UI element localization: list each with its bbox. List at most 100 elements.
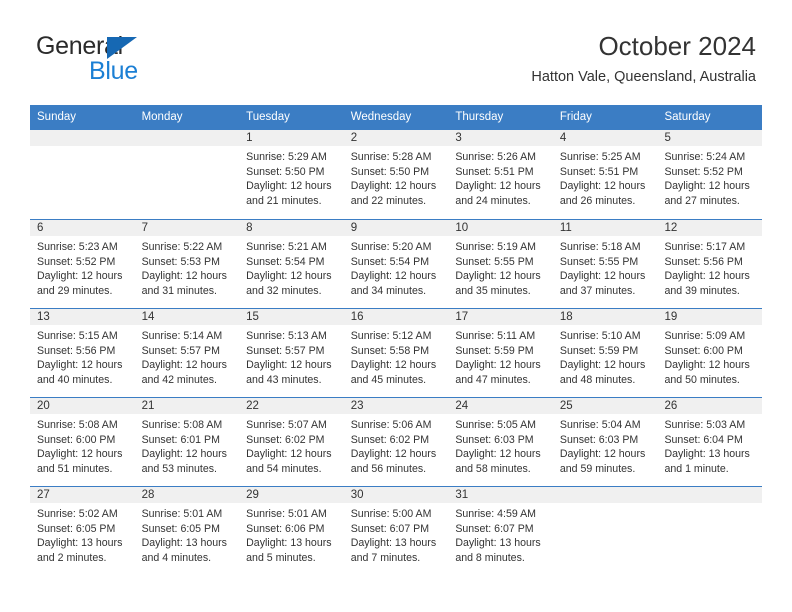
day-cell-14[interactable]: 14 Sunrise: 5:14 AM Sunset: 5:57 PM Dayligh… [134, 309, 240, 397]
day-cell-3[interactable]: 3 Sunrise: 5:26 AM Sunset: 5:51 PM Daylight… [448, 130, 553, 219]
day-detail-line: Sunset: 5:59 PM [559, 344, 639, 357]
day-cell-2[interactable]: 2 Sunrise: 5:28 AM Sunset: 5:50 PM Daylight… [343, 130, 449, 219]
day-detail-line: Daylight: 13 hours [37, 537, 123, 550]
weekday-header-monday: Monday [141, 111, 183, 123]
day-cell-9[interactable]: 9 Sunrise: 5:20 AM Sunset: 5:54 PM Daylight… [343, 220, 449, 308]
day-detail-line: Sunrise: 5:05 AM [455, 419, 536, 431]
day-number: 13 [30, 309, 135, 325]
day-details [657, 503, 762, 507]
day-detail-line: Sunset: 5:52 PM [664, 165, 743, 178]
day-cell-27[interactable]: 27 Sunrise: 5:02 AM Sunset: 6:05 PM Dayligh… [30, 487, 135, 575]
day-detail-line: Daylight: 12 hours [350, 359, 437, 372]
day-cell-4[interactable]: 4 Sunrise: 5:25 AM Sunset: 5:51 PM Daylight… [552, 130, 658, 219]
day-cell-1[interactable]: 1 Sunrise: 5:29 AM Sunset: 5:50 PM Daylight… [239, 130, 344, 219]
generalblue-logo[interactable]: General Blue [36, 32, 216, 88]
day-detail-line: Sunrise: 5:25 AM [559, 151, 641, 163]
day-cell-12[interactable]: 12 Sunrise: 5:17 AM Sunset: 5:56 PM Dayligh… [657, 220, 763, 308]
day-cell-11[interactable]: 11 Sunrise: 5:18 AM Sunset: 5:55 PM Dayligh… [552, 220, 658, 308]
day-number: 2 [343, 130, 449, 146]
day-cell-5[interactable]: 5 Sunrise: 5:24 AM Sunset: 5:52 PM Daylight… [657, 130, 763, 219]
day-details: Sunrise: 5:10 AM Sunset: 5:59 PM Daylight:… [553, 325, 658, 387]
day-detail-line: Sunset: 6:03 PM [455, 433, 534, 446]
day-detail-line: Sunset: 6:04 PM [664, 433, 743, 446]
calendar-week-row: 1 Sunrise: 5:29 AM Sunset: 5:50 PM Daylight… [30, 130, 763, 219]
day-details: Sunrise: 5:11 AM Sunset: 5:59 PM Daylight:… [448, 325, 553, 387]
logo-triangle-icon [107, 37, 137, 59]
day-details: Sunrise: 5:17 AM Sunset: 5:56 PM Daylight:… [657, 236, 762, 298]
day-detail-line: Sunrise: 5:10 AM [559, 330, 641, 342]
day-detail-line: Daylight: 12 hours [141, 270, 227, 283]
day-detail-line: Sunset: 6:00 PM [664, 344, 743, 357]
day-cell-29[interactable]: 29 Sunrise: 5:01 AM Sunset: 6:06 PM Dayligh… [239, 487, 344, 575]
day-cell-23[interactable]: 23 Sunrise: 5:06 AM Sunset: 6:02 PM Dayligh… [343, 398, 449, 486]
day-cell-24[interactable]: 24 Sunrise: 5:05 AM Sunset: 6:03 PM Dayligh… [448, 398, 553, 486]
day-detail-line: Daylight: 12 hours [246, 359, 332, 372]
day-detail-line: and 58 minutes. [455, 462, 531, 475]
day-number: 24 [448, 398, 553, 414]
day-cell-10[interactable]: 10 Sunrise: 5:19 AM Sunset: 5:55 PM Dayligh… [448, 220, 553, 308]
day-number: 20 [30, 398, 135, 414]
day-cell-7[interactable]: 7 Sunrise: 5:22 AM Sunset: 5:53 PM Daylight… [134, 220, 240, 308]
day-number: 12 [657, 220, 763, 236]
day-cell-31[interactable]: 31 Sunrise: 4:59 AM Sunset: 6:07 PM Dayligh… [448, 487, 553, 575]
day-detail-line: Sunrise: 5:22 AM [141, 241, 223, 253]
day-detail-line: Daylight: 12 hours [141, 448, 227, 461]
day-cell-22[interactable]: 22 Sunrise: 5:07 AM Sunset: 6:02 PM Dayligh… [239, 398, 344, 486]
day-cell-20[interactable]: 20 Sunrise: 5:08 AM Sunset: 6:00 PM Dayligh… [30, 398, 135, 486]
day-detail-line: Daylight: 12 hours [141, 359, 227, 372]
day-cell-21[interactable]: 21 Sunrise: 5:08 AM Sunset: 6:01 PM Dayligh… [134, 398, 240, 486]
day-detail-line: Sunrise: 5:29 AM [246, 151, 327, 163]
day-details: Sunrise: 5:14 AM Sunset: 5:57 PM Daylight:… [135, 325, 240, 387]
day-cell-empty [134, 130, 240, 219]
day-details: Sunrise: 5:03 AM Sunset: 6:04 PM Daylight:… [657, 414, 762, 476]
day-detail-line: Daylight: 12 hours [246, 180, 332, 193]
day-details: Sunrise: 5:06 AM Sunset: 6:02 PM Daylight:… [344, 414, 449, 476]
day-detail-line: Sunrise: 5:06 AM [350, 419, 432, 431]
day-cell-28[interactable]: 28 Sunrise: 5:01 AM Sunset: 6:05 PM Dayligh… [134, 487, 240, 575]
day-detail-line: Sunset: 5:54 PM [350, 255, 430, 268]
day-details: Sunrise: 5:12 AM Sunset: 5:58 PM Daylight:… [344, 325, 449, 387]
day-detail-line: Sunset: 5:54 PM [246, 255, 325, 268]
day-detail-line: Sunset: 6:03 PM [559, 433, 639, 446]
day-detail-line: and 7 minutes. [350, 551, 421, 564]
day-cell-19[interactable]: 19 Sunrise: 5:09 AM Sunset: 6:00 PM Dayligh… [657, 309, 763, 397]
day-cell-25[interactable]: 25 Sunrise: 5:04 AM Sunset: 6:03 PM Dayligh… [552, 398, 658, 486]
page-header: General Blue October 2024 Hatton Vale, Q… [0, 0, 792, 96]
day-detail-line: Sunrise: 5:11 AM [455, 330, 536, 342]
day-cell-30[interactable]: 30 Sunrise: 5:00 AM Sunset: 6:07 PM Dayligh… [343, 487, 449, 575]
day-cell-18[interactable]: 18 Sunrise: 5:10 AM Sunset: 5:59 PM Dayligh… [552, 309, 658, 397]
day-detail-line: Sunset: 6:07 PM [350, 522, 430, 535]
day-details: Sunrise: 5:25 AM Sunset: 5:51 PM Daylight:… [553, 146, 658, 208]
day-detail-line: Daylight: 12 hours [37, 448, 123, 461]
day-detail-line: Daylight: 12 hours [559, 180, 646, 193]
page-subtitle: Hatton Vale, Queensland, Australia [531, 69, 756, 85]
day-cell-16[interactable]: 16 Sunrise: 5:12 AM Sunset: 5:58 PM Dayligh… [343, 309, 449, 397]
day-detail-line: and 39 minutes. [664, 284, 740, 297]
day-detail-line: Sunrise: 5:07 AM [246, 419, 327, 431]
day-details: Sunrise: 5:28 AM Sunset: 5:50 PM Daylight:… [344, 146, 449, 208]
weekday-header-saturday: Saturday [664, 111, 711, 123]
day-number: 4 [552, 130, 658, 146]
day-number: 1 [239, 130, 344, 146]
day-cell-6[interactable]: 6 Sunrise: 5:23 AM Sunset: 5:52 PM Daylight… [30, 220, 135, 308]
day-detail-line: Sunset: 6:02 PM [246, 433, 325, 446]
weekday-header-sunday: Sunday [37, 111, 77, 123]
day-cell-26[interactable]: 26 Sunrise: 5:03 AM Sunset: 6:04 PM Dayligh… [657, 398, 763, 486]
day-cell-8[interactable]: 8 Sunrise: 5:21 AM Sunset: 5:54 PM Daylight… [239, 220, 344, 308]
day-detail-line: Sunset: 5:51 PM [559, 165, 639, 178]
day-cell-13[interactable]: 13 Sunrise: 5:15 AM Sunset: 5:56 PM Dayligh… [30, 309, 135, 397]
day-details: Sunrise: 5:15 AM Sunset: 5:56 PM Daylight:… [30, 325, 135, 387]
day-detail-line: and 2 minutes. [37, 551, 107, 564]
day-number: 16 [343, 309, 449, 325]
day-detail-line: and 34 minutes. [350, 284, 427, 297]
day-detail-line: and 24 minutes. [455, 194, 531, 207]
day-detail-line: and 53 minutes. [141, 462, 217, 475]
day-detail-line: Sunrise: 5:24 AM [664, 151, 746, 163]
day-cell-15[interactable]: 15 Sunrise: 5:13 AM Sunset: 5:57 PM Dayligh… [239, 309, 344, 397]
day-detail-line: Daylight: 13 hours [455, 537, 541, 550]
day-detail-line: Sunrise: 5:18 AM [559, 241, 641, 253]
day-number: 25 [552, 398, 658, 414]
day-cell-17[interactable]: 17 Sunrise: 5:11 AM Sunset: 5:59 PM Dayligh… [448, 309, 553, 397]
day-detail-line: and 37 minutes. [559, 284, 636, 297]
day-number: 14 [134, 309, 240, 325]
